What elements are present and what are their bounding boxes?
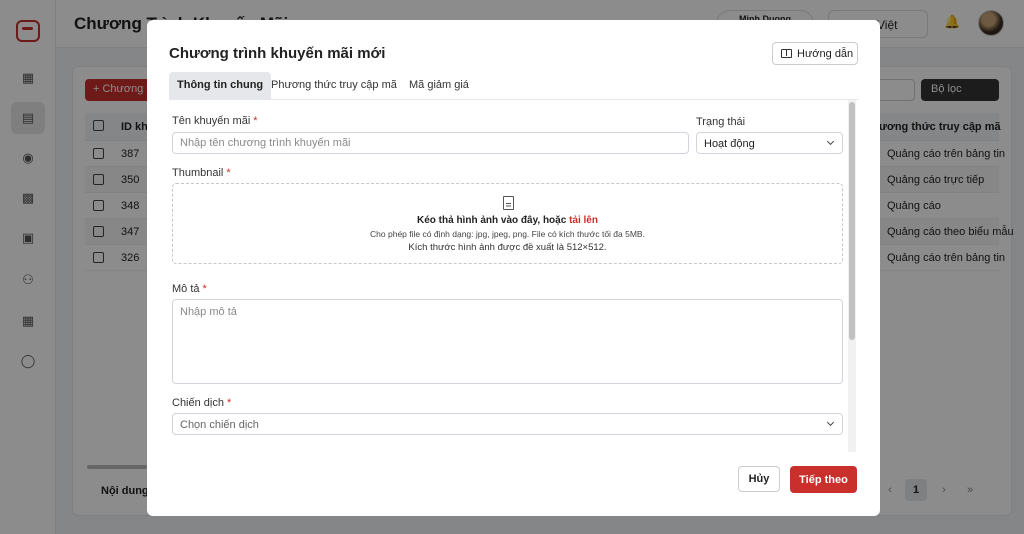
required-marker: * [226,397,232,409]
chevron-down-icon [826,137,835,146]
status-label: Trạng thái [696,116,746,128]
promotion-name-label: Tên khuyến mãi * [172,115,258,127]
description-textarea[interactable] [172,299,843,384]
campaign-select[interactable]: Chọn chiến dịch [172,413,843,435]
dropzone-size-text: Kích thước hình ảnh được đề xuất là 512×… [408,242,607,253]
file-icon [503,196,514,210]
chevron-down-icon [826,418,835,427]
new-promotion-modal: Chương trình khuyến mãi mới Hướng dẫn Th… [147,20,880,516]
modal-tabs: Thông tin chung Phương thức truy cập mã … [169,72,858,100]
general-info-form: Tên khuyến mãi* Trạng thái Hoạt động Thu… [169,100,859,452]
modal-title: Chương trình khuyến mãi mới [169,45,386,62]
guide-button[interactable]: Hướng dẫn [772,42,858,65]
tab-discount-codes[interactable]: Mã giảm giá [401,72,477,99]
dropzone-allowed-text: Cho phép file có định dạng: jpg, jpeg, p… [370,229,645,239]
required-marker: * [253,115,258,127]
required-marker: * [226,167,231,179]
book-icon [781,49,792,58]
status-value: Hoạt động [704,138,755,150]
cancel-button[interactable]: Hủy [738,466,780,492]
required-marker: * [202,283,207,295]
thumbnail-dropzone[interactable]: Kéo thả hình ảnh vào đây, hoặc tải lên C… [172,183,843,264]
status-select[interactable]: Hoạt động [696,132,843,154]
dropzone-text: Kéo thả hình ảnh vào đây, hoặc tải lên [417,215,598,226]
form-scrollbar-thumb[interactable] [849,102,855,340]
tab-general-info[interactable]: Thông tin chung [169,72,272,99]
tab-access-method[interactable]: Phương thức truy cập mã [263,72,405,99]
campaign-label: Chiến dịch * [172,397,232,409]
next-button[interactable]: Tiếp theo [790,466,857,493]
guide-button-label: Hướng dẫn [797,47,854,60]
description-label: Mô tả * [172,283,207,295]
thumbnail-label: Thumbnail * [172,167,231,179]
campaign-placeholder: Chọn chiến dịch [180,419,259,431]
upload-link[interactable]: tải lên [569,215,598,226]
promotion-name-input[interactable] [172,132,689,154]
